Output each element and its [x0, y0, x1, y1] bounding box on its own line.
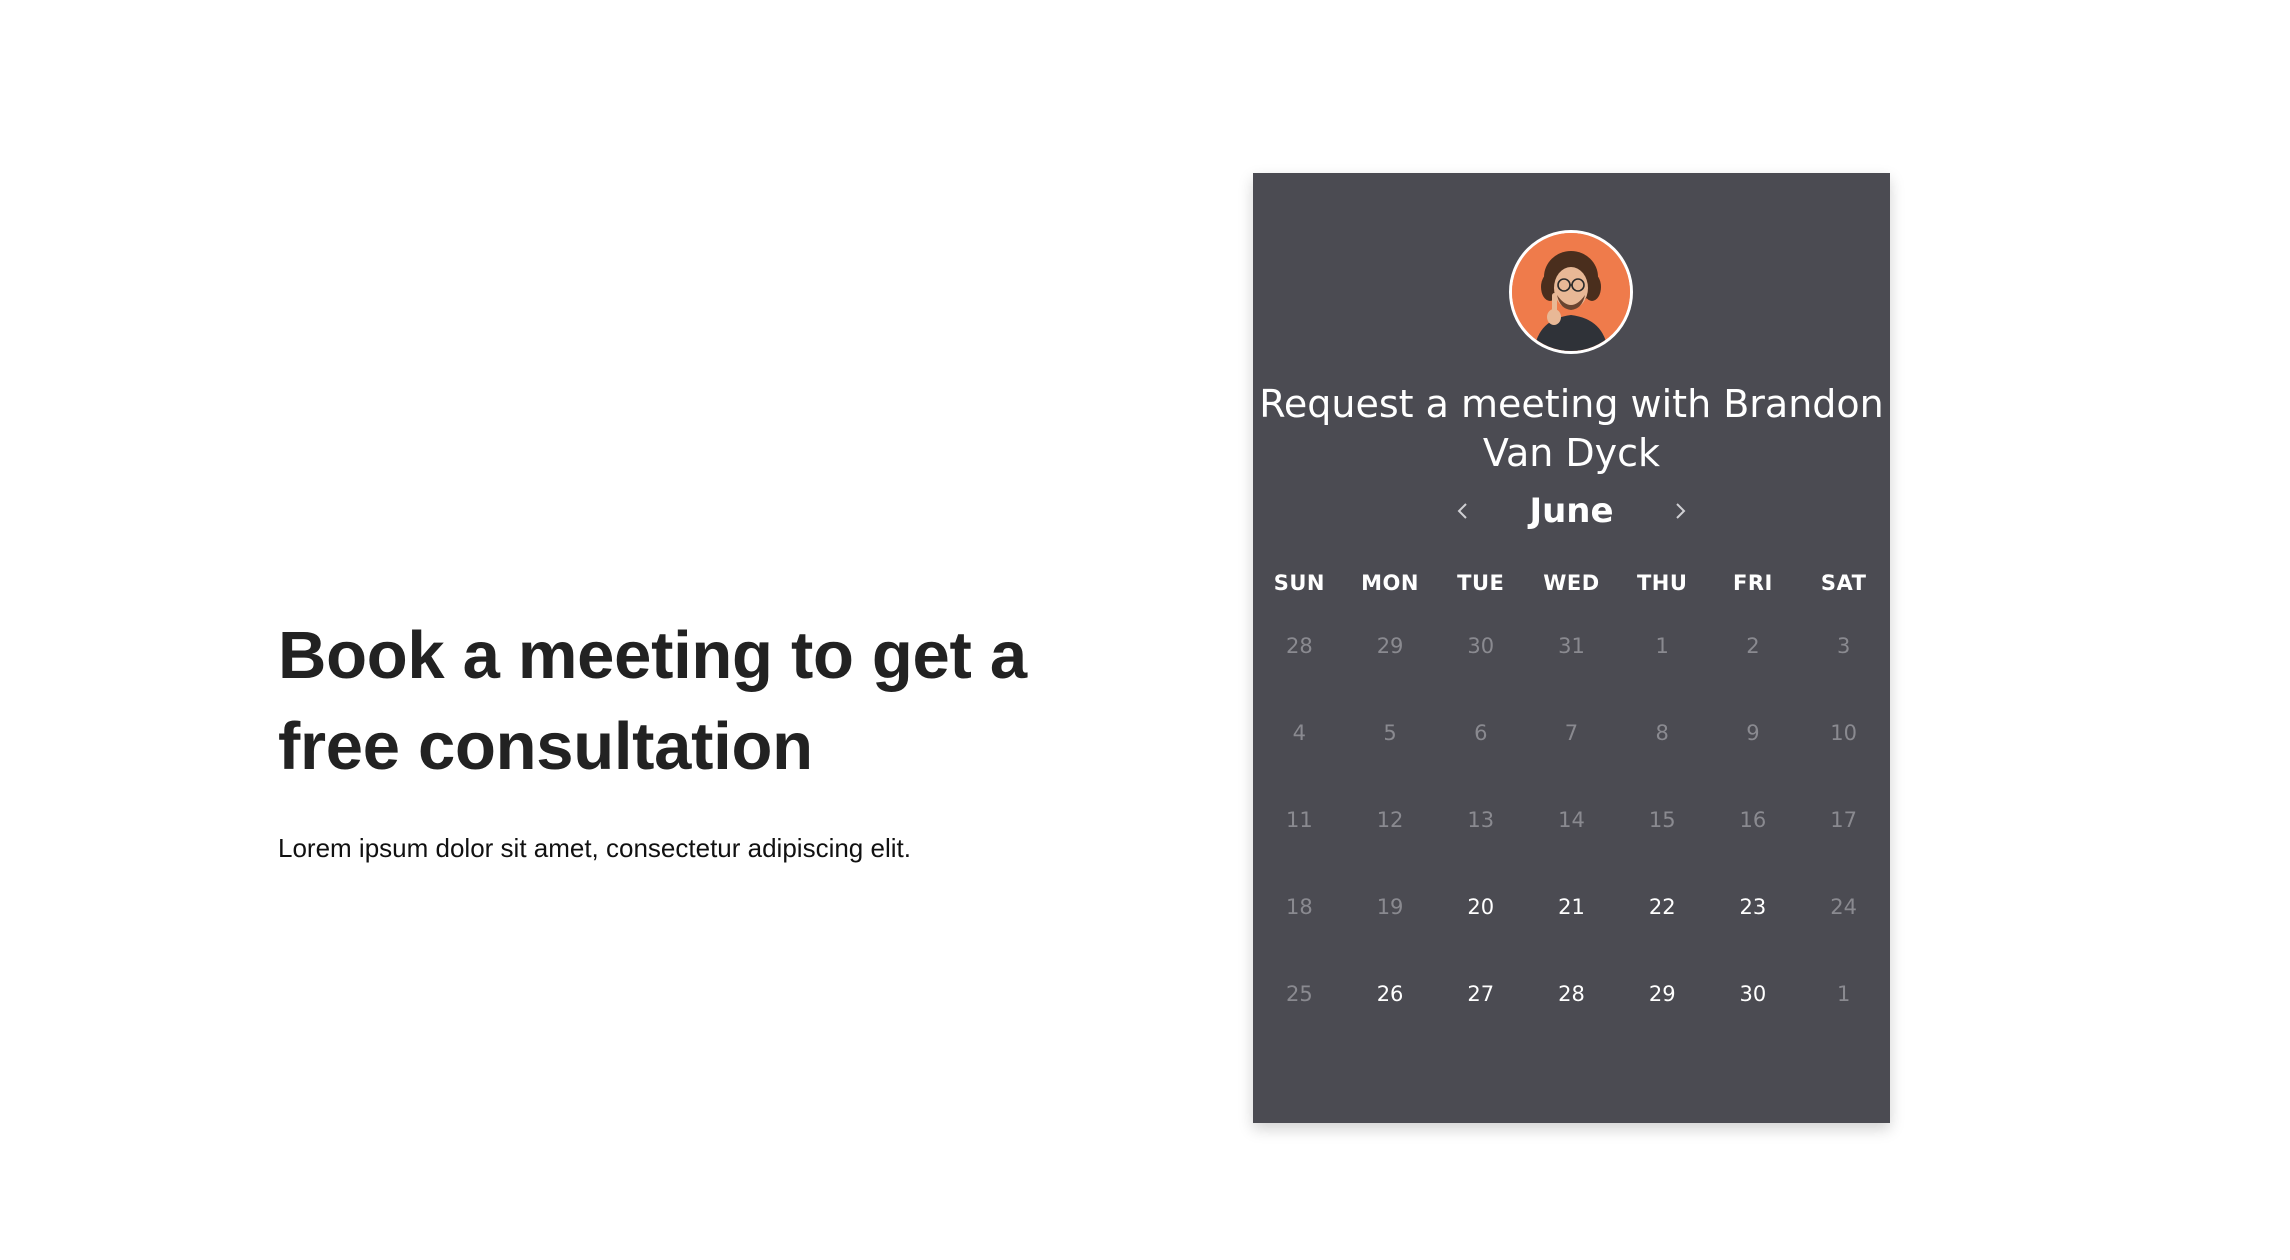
weekday-label: FRI	[1733, 571, 1773, 595]
calendar-day-unavailable: 14	[1558, 808, 1585, 832]
calendar-grid: 28 29 30 31 1 2 3 4 5 6 7 8 9 10 11 12 13 14 15 16 17 18 19 20 2…	[1253, 628, 1890, 1063]
calendar-day-unavailable: 1	[1836, 982, 1851, 1006]
calendar-day-unavailable: 12	[1376, 808, 1404, 832]
calendar-day-unavailable: 24	[1830, 895, 1857, 919]
calendar-day-unavailable: 30	[1467, 634, 1495, 658]
weekday-label: SUN	[1273, 571, 1325, 595]
calendar-day-unavailable: 4	[1292, 721, 1307, 745]
calendar-day-unavailable: 15	[1648, 808, 1676, 832]
weekday-label: SAT	[1820, 571, 1867, 595]
hero-subtext: Lorem ipsum dolor sit amet, consectetur …	[278, 833, 911, 863]
weekday-header: SUN MON TUE WED THU FRI SAT	[1253, 571, 1890, 595]
calendar-day-available[interactable]: 22	[1617, 889, 1708, 976]
calendar-day-unavailable: 2	[1746, 634, 1760, 658]
weekday-label: MON	[1361, 571, 1419, 595]
calendar-day-unavailable: 1	[1655, 634, 1669, 658]
calendar-day-unavailable: 7	[1564, 721, 1579, 745]
calendar-day-unavailable: 10	[1830, 721, 1857, 745]
calendar-day-available[interactable]: 27	[1435, 976, 1526, 1063]
avatar	[1509, 230, 1633, 354]
hero-headline: Book a meeting to get a free consultatio…	[278, 618, 1027, 784]
calendar-day-unavailable: 25	[1285, 982, 1313, 1006]
month-navigation: June	[1253, 486, 1890, 536]
calendar-day-unavailable: 17	[1830, 808, 1857, 832]
person-photo-icon	[1512, 233, 1630, 351]
calendar-day-unavailable: 5	[1383, 721, 1397, 745]
calendar-day-available[interactable]: 26	[1345, 976, 1436, 1063]
meeting-scheduler-card: Request a meeting with Brandon Van Dyck …	[1253, 173, 1890, 1123]
calendar-day-unavailable: 6	[1474, 721, 1488, 745]
calendar-day-unavailable: 31	[1558, 634, 1585, 658]
calendar-day-unavailable: 29	[1376, 634, 1404, 658]
weekday-label: TUE	[1457, 571, 1505, 595]
calendar-day-unavailable: 16	[1739, 808, 1767, 832]
chevron-right-icon	[1675, 503, 1685, 519]
calendar-day-available[interactable]: 23	[1708, 889, 1799, 976]
next-month-button[interactable]	[1660, 491, 1700, 531]
calendar-day-available[interactable]: 20	[1435, 889, 1526, 976]
scheduler-title: Request a meeting with Brandon Van Dyck	[1259, 382, 1884, 475]
calendar-day-unavailable: 3	[1836, 634, 1851, 658]
calendar-day-available[interactable]: 21	[1526, 889, 1617, 976]
weekday-label: THU	[1636, 571, 1688, 595]
calendar-day-unavailable: 8	[1655, 721, 1669, 745]
chevron-left-icon	[1458, 503, 1468, 519]
calendar-day-available[interactable]: 29	[1617, 976, 1708, 1063]
calendar-day-unavailable: 9	[1746, 721, 1760, 745]
calendar-day-unavailable: 11	[1285, 808, 1313, 832]
calendar-day-unavailable: 19	[1376, 895, 1404, 919]
weekday-label: WED	[1543, 571, 1600, 595]
calendar-day-available[interactable]: 30	[1708, 976, 1799, 1063]
calendar-day-unavailable: 18	[1285, 895, 1313, 919]
month-label: June	[1529, 491, 1614, 531]
calendar-day-unavailable: 13	[1467, 808, 1495, 832]
calendar-day-unavailable: 28	[1285, 634, 1313, 658]
calendar-day-available[interactable]: 28	[1526, 976, 1617, 1063]
hero-section: Book a meeting to get a free consultatio…	[278, 610, 1038, 864]
previous-month-button[interactable]	[1443, 491, 1483, 531]
